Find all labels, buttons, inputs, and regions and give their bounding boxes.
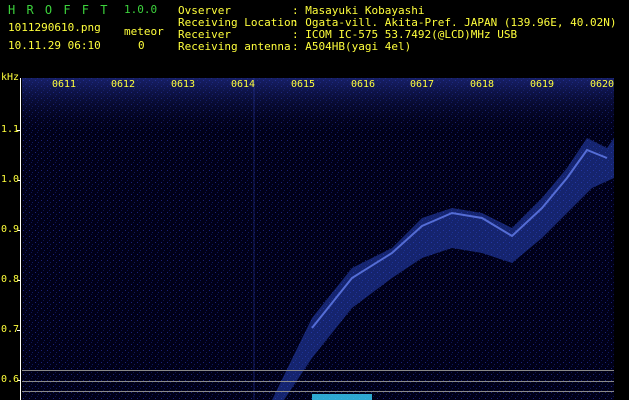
reference-line <box>22 370 614 371</box>
y-tick-label: 1.0 <box>1 174 20 185</box>
y-tick-label: 0.7 <box>1 324 20 335</box>
time-tick-label: 0618 <box>470 79 495 90</box>
antenna-label: Receiving antenna <box>178 40 291 53</box>
time-tick-label: 0615 <box>291 79 316 90</box>
time-tick-label: 0619 <box>530 79 555 90</box>
reference-line <box>22 381 614 382</box>
y-tick-label: 0.9 <box>1 224 20 235</box>
y-tick-label: 0.8 <box>1 274 20 285</box>
y-tick-label: 1.1 <box>1 124 20 135</box>
frequency-axis <box>20 78 21 400</box>
time-tick-label: 0611 <box>52 79 77 90</box>
file-datetime: 10.11.29 06:10 <box>8 39 101 52</box>
app-version: 1.0.0 <box>124 3 158 16</box>
time-tick-label: 0614 <box>231 79 256 90</box>
header-panel: H R O F F T 1.0.0 1011290610.png meteor … <box>0 0 629 72</box>
time-tick-label: 0617 <box>410 79 435 90</box>
axis-unit-label: kHz <box>1 72 20 83</box>
time-tick-label: 0612 <box>111 79 136 90</box>
y-tick-label: 0.6 <box>1 374 20 385</box>
time-tick-label: 0613 <box>171 79 196 90</box>
reference-line <box>22 391 614 392</box>
antenna-value: : A504HB(yagi 4el) <box>292 40 412 53</box>
meteor-label: meteor <box>124 25 164 38</box>
file-name: 1011290610.png <box>8 21 101 34</box>
time-tick-label: 0616 <box>351 79 376 90</box>
spectrogram-plot <box>22 78 614 400</box>
spectrogram-signal <box>22 78 614 400</box>
app-title: H R O F F T <box>8 3 110 17</box>
meteor-count: 0 <box>138 39 145 52</box>
time-tick-label: 0620 <box>590 79 615 90</box>
